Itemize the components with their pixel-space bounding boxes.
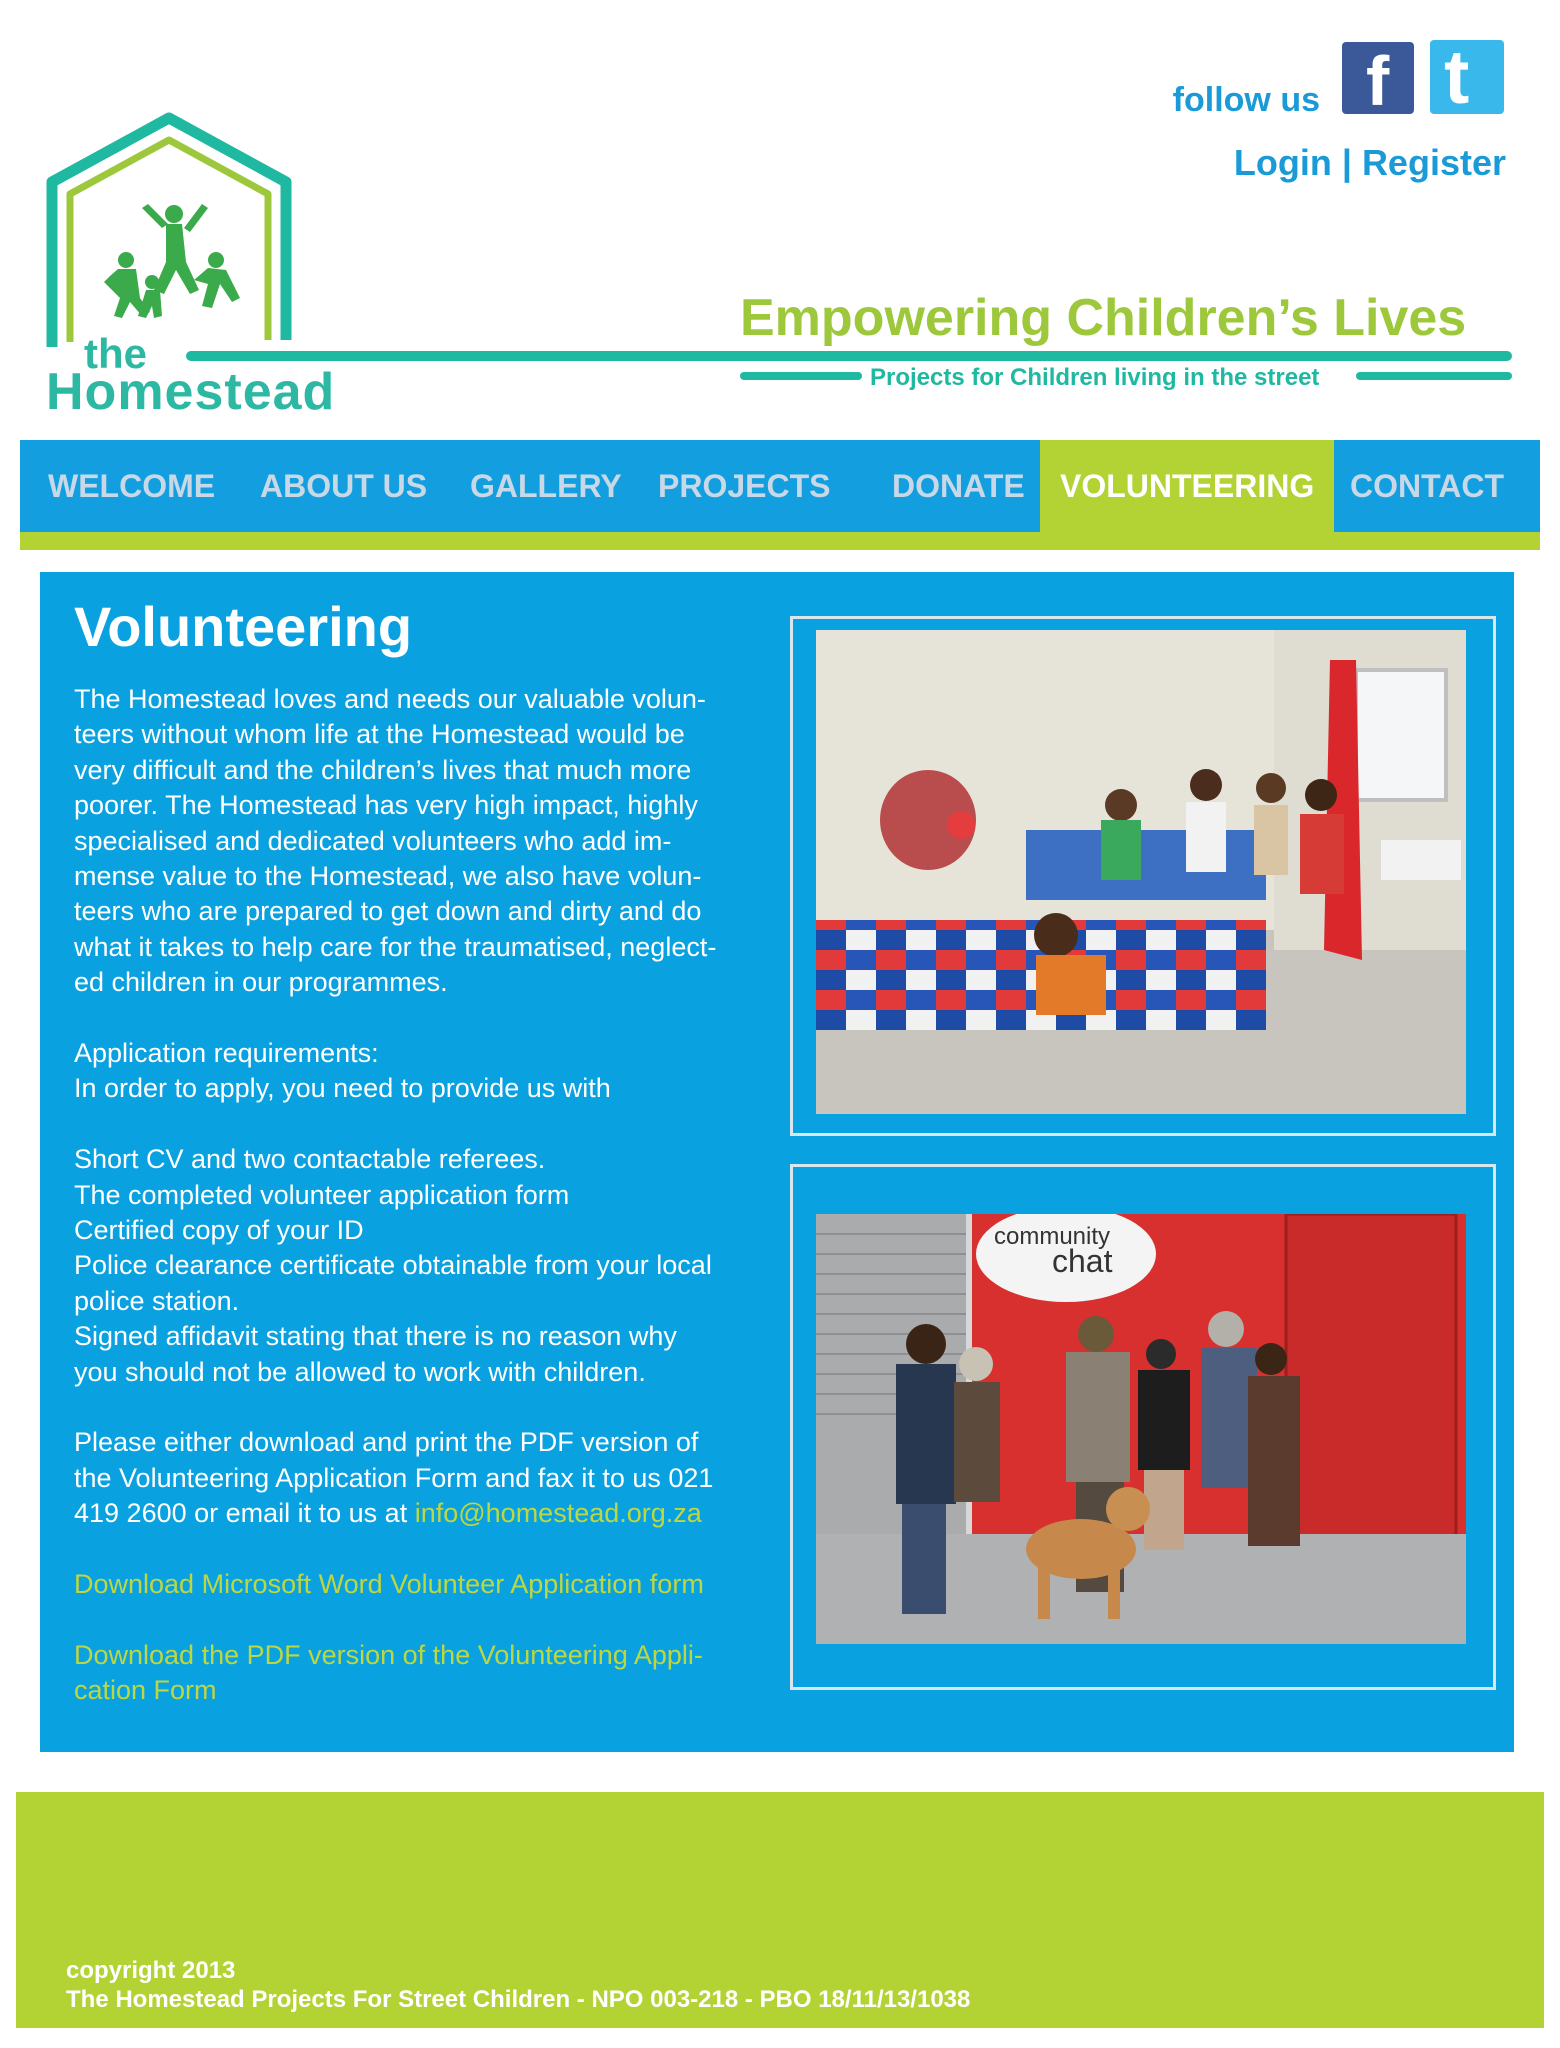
footer-copyright: copyright 2013 [66, 1957, 236, 1984]
logo-text-homestead: Homestead [46, 363, 336, 421]
intro-line: teers who are prepared to get down and d… [74, 896, 702, 927]
requirement-item: you should not be allowed to work with c… [74, 1356, 646, 1387]
subtag-rule-right [1356, 372, 1512, 380]
nav-donate[interactable]: DONATE [892, 440, 1025, 532]
intro-line: what it takes to help care for the traum… [74, 931, 717, 962]
photo-group-with-dog: community chat [816, 1214, 1466, 1644]
requirements-intro: In order to apply, you need to provide u… [74, 1073, 611, 1104]
follow-us-label: follow us [1172, 81, 1320, 119]
intro-line: specialised and dedicated volunteers who… [74, 825, 672, 856]
main-nav: WELCOME ABOUT US GALLERY PROJECTS DONATE… [20, 440, 1540, 532]
nav-about-us[interactable]: ABOUT US [260, 440, 427, 532]
header-divider [186, 351, 1512, 361]
instructions-line-last: 419 2600 or email it to us at info@homes… [74, 1496, 786, 1531]
nav-gallery[interactable]: GALLERY [470, 440, 622, 532]
social-links: follow us f t [1173, 35, 1504, 120]
email-link[interactable]: info@homestead.org.za [415, 1498, 702, 1528]
intro-line: very difficult and the children’s lives … [74, 754, 692, 785]
download-pdf-link[interactable]: Download the PDF version of the Voluntee… [74, 1640, 703, 1670]
twitter-glyph: t [1444, 35, 1470, 120]
requirement-item: Short CV and two contactable referees. [74, 1144, 546, 1175]
footer-org-info: The Homestead Projects For Street Childr… [66, 1986, 971, 2013]
footer: copyright 2013 The Homestead Projects Fo… [16, 1792, 1544, 2028]
intro-line: poorer. The Homestead has very high impa… [74, 790, 698, 821]
subtag-rule-left [740, 372, 862, 380]
nav-projects[interactable]: PROJECTS [658, 440, 830, 532]
photo-children-dormitory [816, 630, 1466, 1114]
sign-chat: chat [1052, 1243, 1113, 1279]
intro-line: mense value to the Homestead, we also ha… [74, 861, 702, 892]
subtagline: Projects for Children living in the stre… [870, 364, 1320, 391]
intro-line: teers without whom life at the Homestead… [74, 719, 685, 750]
nav-volunteering[interactable]: VOLUNTEERING [1040, 440, 1335, 532]
requirements-heading: Application requirements: [74, 1038, 379, 1069]
instructions-line: Please either download and print the PDF… [74, 1427, 699, 1458]
requirement-item: Police clearance certificate obtainable … [74, 1250, 712, 1281]
download-word-link[interactable]: Download Microsoft Word Volunteer Applic… [74, 1569, 704, 1599]
nav-welcome[interactable]: WELCOME [48, 440, 215, 532]
intro-line: The Homestead loves and needs our valuab… [74, 684, 706, 714]
instructions-text: 419 2600 or email it to us at [74, 1498, 415, 1529]
twitter-icon[interactable]: t [1430, 35, 1504, 120]
facebook-glyph: f [1366, 42, 1390, 120]
content-text: The Homestead loves and needs our valuab… [74, 682, 786, 1709]
auth-separator: | [1341, 142, 1352, 183]
requirement-item: The completed volunteer application form [74, 1179, 570, 1210]
tagline: Empowering Children’s Lives [740, 289, 1467, 347]
nav-contact[interactable]: CONTACT [1350, 440, 1504, 532]
register-link[interactable]: Register [1362, 142, 1506, 184]
facebook-icon[interactable]: f [1342, 42, 1414, 120]
instructions-line: the Volunteering Application Form and fa… [74, 1462, 714, 1493]
nav-accent-bar [20, 532, 1540, 550]
requirement-item: police station. [74, 1285, 240, 1316]
auth-links: Login | Register [1234, 142, 1506, 184]
requirement-item: Certified copy of your ID [74, 1215, 364, 1246]
download-pdf-link-cont[interactable]: cation Form [74, 1675, 217, 1705]
children-silhouettes [104, 204, 240, 318]
page-title: Volunteering [74, 595, 413, 658]
requirement-item: Signed affidavit stating that there is n… [74, 1321, 677, 1352]
intro-line: ed children in our programmes. [74, 967, 448, 998]
login-link[interactable]: Login [1234, 142, 1332, 184]
